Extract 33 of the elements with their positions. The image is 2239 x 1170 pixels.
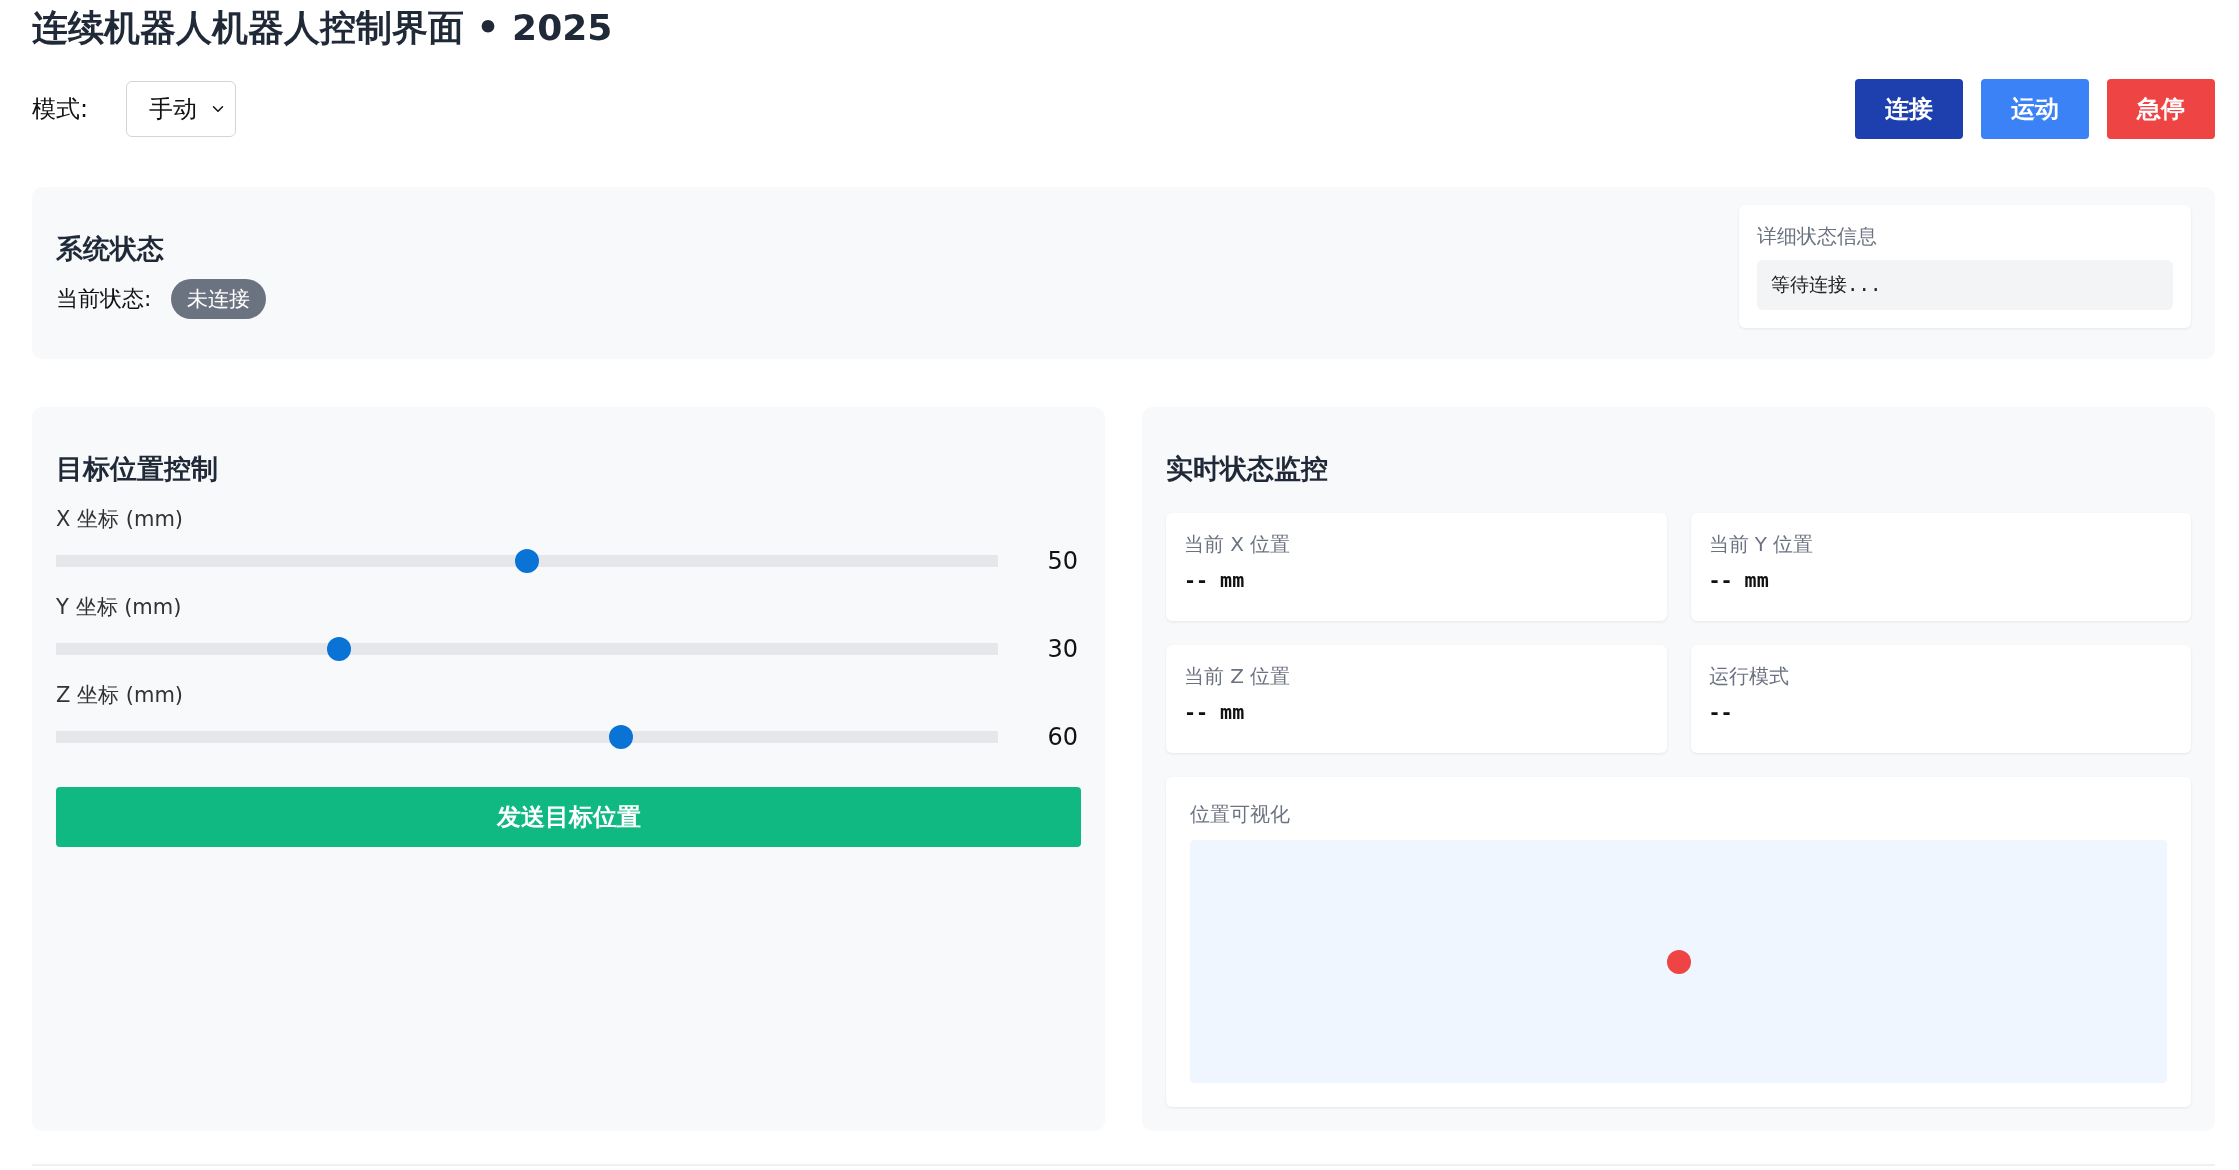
- card-value: -- mm: [1708, 568, 1770, 592]
- position-marker: [1666, 949, 1691, 974]
- move-button[interactable]: 运动: [1981, 79, 2089, 139]
- section-heading: 实时状态监控: [1166, 452, 1329, 486]
- mode-label: 模式:: [32, 94, 89, 125]
- card-value: -- mm: [1184, 700, 1246, 724]
- card-value: -- mm: [1184, 568, 1246, 592]
- status-label: 当前状态:: [56, 285, 152, 313]
- slider-value: 60: [1046, 723, 1078, 751]
- slider-thumb[interactable]: [326, 637, 351, 661]
- slider-value: 50: [1046, 547, 1078, 575]
- mode-select[interactable]: 手动: [126, 81, 237, 137]
- card-value: --: [1708, 700, 1734, 724]
- detail-text: 等待连接...: [1757, 260, 2173, 310]
- send-button[interactable]: 发送目标位置: [56, 787, 1081, 847]
- emergency-stop-button[interactable]: 急停: [2107, 79, 2215, 139]
- card-label: 位置可视化: [1190, 801, 1291, 828]
- section-heading: 系统状态: [56, 232, 165, 266]
- card-label: 当前 Z 位置: [1184, 663, 1292, 690]
- status-badge: 未连接: [171, 279, 267, 319]
- card-label: 当前 Y 位置: [1708, 531, 1815, 558]
- slider-thumb[interactable]: [609, 725, 634, 749]
- card-label: 当前 X 位置: [1184, 531, 1292, 558]
- slider-label: Z 坐标 (mm): [56, 682, 185, 709]
- detail-label: 详细状态信息: [1757, 223, 1878, 250]
- slider-value: 30: [1046, 635, 1078, 663]
- section-heading: 目标位置控制: [56, 452, 219, 486]
- connect-button[interactable]: 连接: [1855, 79, 1963, 139]
- card-label: 运行模式: [1708, 663, 1790, 690]
- page-title: 连续机器人机器人控制界面 • 2025: [32, 6, 614, 50]
- slider-label: X 坐标 (mm): [56, 506, 185, 533]
- slider-thumb[interactable]: [515, 549, 539, 573]
- slider-label: Y 坐标 (mm): [56, 594, 183, 621]
